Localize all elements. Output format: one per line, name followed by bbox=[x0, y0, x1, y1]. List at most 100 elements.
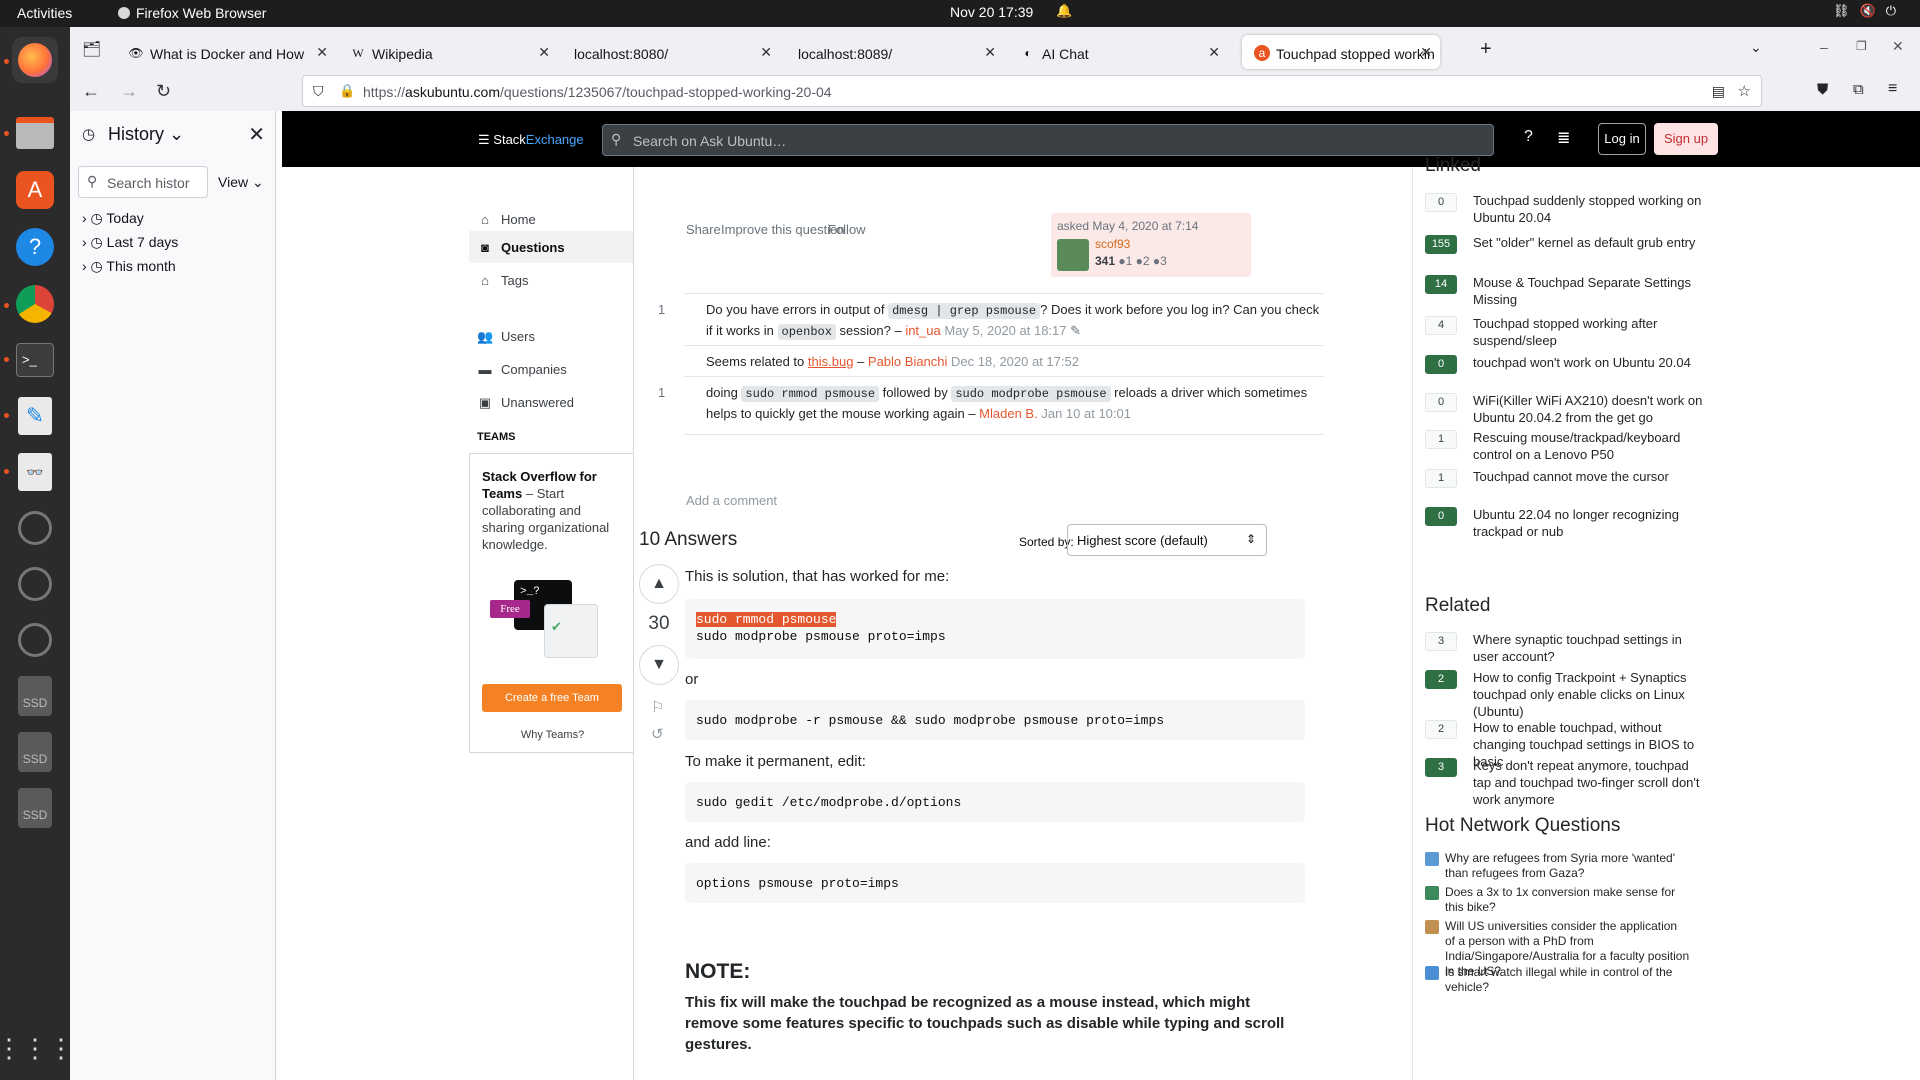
history-group-last-7-days[interactable]: › ◷ Last 7 days bbox=[82, 234, 178, 251]
asker-name[interactable]: scof93 bbox=[1095, 237, 1130, 251]
signup-button[interactable]: Sign up bbox=[1654, 123, 1718, 155]
question-title[interactable]: touchpad won't work on Ubuntu 20.04 bbox=[1473, 354, 1703, 371]
question-title[interactable]: Touchpad stopped working after suspend/s… bbox=[1473, 315, 1703, 349]
chrome-icon[interactable] bbox=[12, 281, 58, 327]
clock[interactable]: Nov 20 17:39 bbox=[950, 4, 1033, 20]
history-search-input[interactable]: ⚲ Search histor bbox=[78, 166, 208, 198]
activities-button[interactable]: Activities bbox=[17, 5, 72, 21]
question-title[interactable]: Set "older" kernel as default grub entry bbox=[1473, 234, 1703, 251]
question-title[interactable]: Ubuntu 22.04 no longer recognizing track… bbox=[1473, 506, 1703, 540]
extensions-icon[interactable]: ⧉ bbox=[1853, 81, 1864, 98]
add-comment-link[interactable]: Add a comment bbox=[686, 493, 777, 508]
reader-view-icon[interactable]: ▤ bbox=[1712, 83, 1725, 100]
terminal-icon[interactable]: >_ bbox=[12, 337, 58, 383]
question-title[interactable]: Mouse & Touchpad Separate Settings Missi… bbox=[1473, 274, 1703, 308]
pencil-icon[interactable]: ✎ bbox=[1070, 323, 1081, 338]
maximize-icon[interactable]: ❐ bbox=[1856, 39, 1867, 53]
tab-docker[interactable]: 👁 What is Docker and How ✕ bbox=[116, 35, 336, 69]
disk-icon[interactable] bbox=[12, 617, 58, 663]
nav-companies[interactable]: ▬ Companies bbox=[477, 362, 567, 377]
disk-icon[interactable] bbox=[12, 505, 58, 551]
close-icon[interactable]: ✕ bbox=[248, 122, 265, 147]
lock-icon[interactable]: 🔒 bbox=[339, 83, 355, 99]
menu-icon[interactable]: ≡ bbox=[1888, 80, 1897, 98]
close-tab-icon[interactable]: ✕ bbox=[538, 44, 550, 61]
app-menu[interactable]: Firefox Web Browser bbox=[118, 5, 266, 21]
comment-author[interactable]: Pablo Bianchi bbox=[868, 354, 948, 369]
share-link[interactable]: Share bbox=[686, 222, 721, 237]
question-title[interactable]: Touchpad cannot move the cursor bbox=[1473, 468, 1703, 485]
close-window-icon[interactable]: ✕ bbox=[1892, 38, 1904, 55]
minimize-icon[interactable]: – bbox=[1820, 39, 1828, 55]
comment-author[interactable]: Mladen B. bbox=[979, 406, 1038, 421]
show-apps-icon[interactable]: ⋮⋮⋮ bbox=[0, 1025, 74, 1071]
bug-link[interactable]: this.bug bbox=[808, 354, 854, 369]
site-switcher-icon[interactable]: ≣ bbox=[1557, 128, 1570, 148]
tab-localhost-8089[interactable]: localhost:8089/ ✕ bbox=[784, 35, 1004, 69]
tab-wikipedia[interactable]: W Wikipedia ✕ bbox=[338, 35, 558, 69]
nav-users[interactable]: 👥 Users bbox=[477, 329, 535, 345]
bookmark-icon[interactable]: ⚐ bbox=[651, 698, 664, 716]
close-tab-icon[interactable]: ✕ bbox=[760, 44, 772, 61]
nav-unanswered[interactable]: ▣ Unanswered bbox=[477, 395, 574, 411]
upvote-button[interactable]: ▲ bbox=[639, 564, 679, 604]
close-tab-icon[interactable]: ✕ bbox=[1208, 44, 1220, 61]
question-title[interactable]: Touchpad suddenly stopped working on Ubu… bbox=[1473, 192, 1703, 226]
ssd-drive-icon[interactable]: SSD bbox=[12, 785, 58, 831]
bookmark-star-icon[interactable]: ☆ bbox=[1738, 82, 1751, 100]
history-icon[interactable]: ↺ bbox=[651, 725, 664, 743]
nav-home[interactable]: ⌂ Home bbox=[477, 212, 536, 227]
tab-overview-icon[interactable]: 🗂 bbox=[82, 40, 101, 58]
help-icon[interactable]: ? bbox=[12, 224, 58, 270]
history-group-today[interactable]: › ◷ Today bbox=[82, 210, 144, 227]
sort-select[interactable]: Highest score (default) bbox=[1067, 524, 1267, 556]
question-title[interactable]: Why are refugees from Syria more 'wanted… bbox=[1445, 851, 1690, 881]
url-text[interactable]: https://askubuntu.com/questions/1235067/… bbox=[363, 84, 832, 100]
firefox-icon[interactable] bbox=[12, 37, 58, 83]
disk-icon[interactable] bbox=[12, 561, 58, 607]
close-tab-icon[interactable]: ✕ bbox=[316, 44, 328, 61]
nav-questions[interactable]: ◙ Questions bbox=[469, 231, 633, 263]
url-bar[interactable]: ⛉ 🔒 https://askubuntu.com/questions/1235… bbox=[302, 75, 1762, 107]
question-title[interactable]: Is smart watch illegal while in control … bbox=[1445, 965, 1690, 995]
improve-question-link[interactable]: Improve this question bbox=[721, 222, 845, 237]
login-button[interactable]: Log in bbox=[1598, 123, 1646, 155]
question-title[interactable]: Where synaptic touchpad settings in user… bbox=[1473, 631, 1703, 665]
close-tab-icon[interactable]: ✕ bbox=[984, 44, 996, 61]
question-title[interactable]: Keys don't repeat anymore, touchpad tap … bbox=[1473, 757, 1703, 808]
history-group-this-month[interactable]: › ◷ This month bbox=[82, 258, 176, 275]
question-title[interactable]: WiFi(Killer WiFi AX210) doesn't work on … bbox=[1473, 392, 1703, 426]
close-tab-icon[interactable]: ✕ bbox=[1420, 44, 1432, 61]
downvote-button[interactable]: ▼ bbox=[639, 645, 679, 685]
question-title[interactable]: Rescuing mouse/trackpad/keyboard control… bbox=[1473, 429, 1703, 463]
pocket-icon[interactable]: ⛊ bbox=[1817, 81, 1828, 98]
question-title[interactable]: Does a 3x to 1x conversion make sense fo… bbox=[1445, 885, 1690, 915]
avatar[interactable] bbox=[1057, 239, 1089, 271]
software-center-icon[interactable]: A bbox=[12, 167, 58, 213]
question-title[interactable]: How to config Trackpoint + Synaptics tou… bbox=[1473, 669, 1703, 720]
view-menu-button[interactable]: View ⌄ bbox=[218, 174, 264, 191]
ssd-drive-icon[interactable]: SSD bbox=[12, 729, 58, 775]
follow-link[interactable]: Follow bbox=[828, 222, 866, 237]
forward-icon[interactable]: → bbox=[120, 81, 138, 102]
help-icon[interactable]: ? bbox=[1524, 128, 1533, 146]
new-tab-button[interactable]: + bbox=[1480, 38, 1492, 61]
sidebar-title[interactable]: History ⌄ bbox=[108, 124, 184, 145]
site-search-input[interactable]: ⚲ Search on Ask Ubuntu… bbox=[602, 124, 1494, 156]
comment-author[interactable]: int_ua bbox=[905, 323, 940, 338]
stackexchange-logo[interactable]: ☰ StackExchange bbox=[478, 132, 584, 148]
why-teams-link[interactable]: Why Teams? bbox=[470, 729, 635, 741]
reload-icon[interactable]: ↻ bbox=[156, 81, 171, 102]
text-editor-icon[interactable]: ✎ bbox=[12, 393, 58, 439]
system-tray-icons[interactable]: ⛓🔇⏻ bbox=[1833, 3, 1906, 19]
tab-ai-chat[interactable]: ◐ AI Chat ✕ bbox=[1008, 35, 1228, 69]
files-icon[interactable] bbox=[12, 110, 58, 156]
create-team-button[interactable]: Create a free Team bbox=[482, 684, 622, 712]
back-icon[interactable]: ← bbox=[82, 81, 100, 102]
nav-tags[interactable]: ⌂ Tags bbox=[477, 273, 528, 288]
list-tabs-icon[interactable]: ⌄ bbox=[1750, 39, 1762, 56]
tab-touchpad-question[interactable]: a Touchpad stopped workin ✕ bbox=[1242, 35, 1440, 69]
tab-localhost-8080[interactable]: localhost:8080/ ✕ bbox=[560, 35, 780, 69]
shield-icon[interactable]: ⛉ bbox=[313, 83, 324, 100]
ssd-drive-icon[interactable]: SSD bbox=[12, 673, 58, 719]
